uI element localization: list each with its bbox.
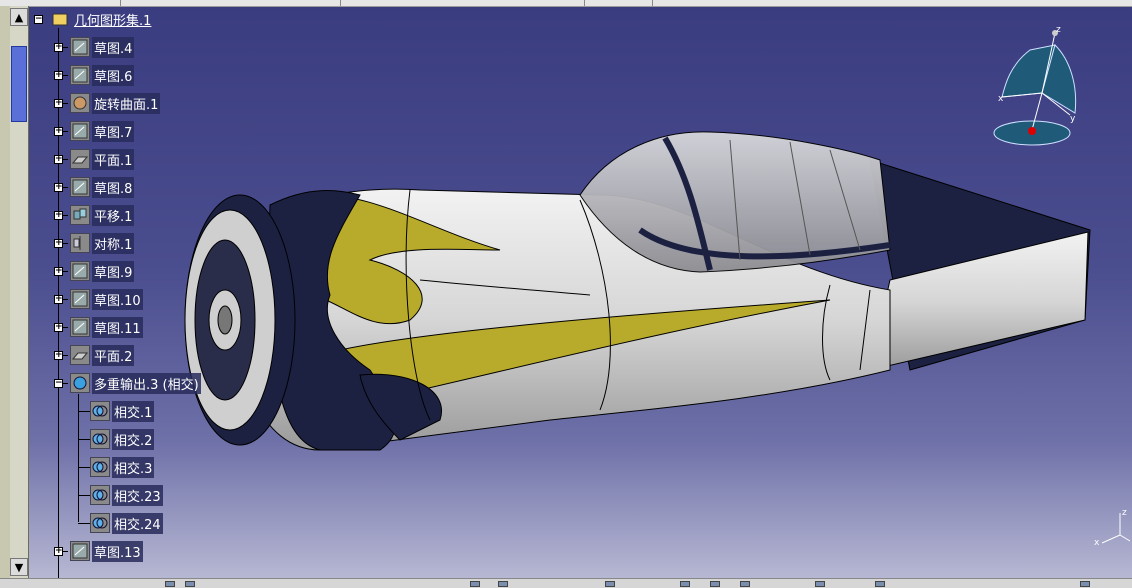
expand-toggle[interactable]: + — [54, 43, 63, 52]
tree-node-label: 草图.4 — [92, 36, 135, 58]
expand-toggle[interactable]: + — [54, 239, 63, 248]
expand-toggle[interactable]: + — [54, 127, 63, 136]
tree-node-label: 平面.1 — [92, 148, 135, 170]
intersect-icon — [90, 513, 110, 533]
expand-toggle[interactable]: + — [54, 267, 63, 276]
tree-node-label: 相交.2 — [112, 428, 155, 450]
expand-toggle[interactable]: + — [54, 547, 63, 556]
sketch-icon — [70, 541, 90, 561]
tree-node[interactable]: 草图.4 — [70, 36, 135, 58]
tree-node[interactable]: 草图.13 — [70, 540, 143, 562]
sketch-icon — [70, 65, 90, 85]
tree-node[interactable]: 草图.6 — [70, 64, 135, 86]
intersect-icon — [90, 457, 110, 477]
expand-toggle[interactable]: + — [54, 183, 63, 192]
scroll-down-button[interactable]: ▼ — [10, 558, 28, 576]
tree-node[interactable]: 草图.10 — [70, 288, 143, 310]
tree-node-label: 草图.13 — [92, 540, 143, 562]
tree-node-label: 草图.7 — [92, 120, 135, 142]
scroll-thumb[interactable] — [11, 46, 27, 122]
tree-node-label: 草图.8 — [92, 176, 135, 198]
tree-node[interactable]: 多重输出.3 (相交) — [70, 372, 201, 394]
tree-node-label: 草图.9 — [92, 260, 135, 282]
aircraft-fuselage-model[interactable] — [170, 120, 1100, 460]
tree-node-label: 草图.6 — [92, 64, 135, 86]
intersect-icon — [90, 401, 110, 421]
compass-z-label: z — [1056, 25, 1061, 35]
expand-toggle[interactable]: − — [34, 15, 43, 24]
sketch-icon — [70, 177, 90, 197]
tree-node[interactable]: 草图.8 — [70, 176, 135, 198]
compass-icon[interactable]: z x y — [990, 25, 1090, 155]
tree-node-label: 平面.2 — [92, 344, 135, 366]
tree-node-label: 多重输出.3 (相交) — [92, 372, 201, 394]
tree-node[interactable]: 草图.7 — [70, 120, 135, 142]
tree-scrollbar[interactable]: ▲ ▼ — [0, 6, 29, 578]
axis-z-label: z — [1122, 508, 1127, 518]
expand-toggle[interactable]: + — [54, 99, 63, 108]
tree-node[interactable]: 几何图形集.1 — [50, 8, 153, 30]
intersect-icon — [90, 485, 110, 505]
compass-y-label: y — [1070, 114, 1076, 124]
tree-node[interactable]: 平面.1 — [70, 148, 135, 170]
sketch-icon — [70, 289, 90, 309]
axis-x-label: x — [1094, 538, 1100, 548]
expand-toggle[interactable]: + — [54, 295, 63, 304]
tree-node[interactable]: 相交.3 — [90, 456, 155, 478]
expand-toggle[interactable]: + — [54, 211, 63, 220]
axis-triad-icon: z x — [1094, 508, 1131, 548]
bottom-toolbar-strip — [0, 578, 1132, 588]
plane-icon — [70, 149, 90, 169]
plane-icon — [70, 345, 90, 365]
expand-toggle[interactable]: + — [54, 155, 63, 164]
sketch-icon — [70, 261, 90, 281]
tree-node-label: 旋转曲面.1 — [92, 92, 161, 114]
compass-x-label: x — [998, 94, 1004, 104]
tree-node-label: 对称.1 — [92, 232, 135, 254]
tree-node[interactable]: 对称.1 — [70, 232, 135, 254]
tree-node-label: 相交.1 — [112, 400, 155, 422]
symmetry-icon — [70, 233, 90, 253]
tree-node[interactable]: 草图.9 — [70, 260, 135, 282]
tree-node[interactable]: 平移.1 — [70, 204, 135, 226]
tree-node[interactable]: 相交.2 — [90, 428, 155, 450]
geometric-set-icon — [50, 9, 70, 29]
tree-node[interactable]: 旋转曲面.1 — [70, 92, 161, 114]
expand-toggle[interactable]: + — [54, 71, 63, 80]
tree-node-label: 草图.11 — [92, 316, 143, 338]
expand-toggle[interactable]: + — [54, 323, 63, 332]
tree-node[interactable]: 平面.2 — [70, 344, 135, 366]
expand-toggle[interactable]: − — [54, 379, 63, 388]
tree-node-label: 相交.23 — [112, 484, 163, 506]
tree-node[interactable]: 相交.24 — [90, 512, 163, 534]
tree-node[interactable]: 相交.23 — [90, 484, 163, 506]
tree-node-label: 相交.24 — [112, 512, 163, 534]
tree-node[interactable]: 草图.11 — [70, 316, 143, 338]
sketch-icon — [70, 37, 90, 57]
sketch-icon — [70, 317, 90, 337]
translate-icon — [70, 205, 90, 225]
tree-node-label: 相交.3 — [112, 456, 155, 478]
tree-node-label: 草图.10 — [92, 288, 143, 310]
tree-node-label: 几何图形集.1 — [74, 13, 152, 29]
tree-node[interactable]: 相交.1 — [90, 400, 155, 422]
revolve-surface-icon — [70, 93, 90, 113]
tree-node-label: 平移.1 — [92, 204, 135, 226]
intersect-icon — [90, 429, 110, 449]
3d-viewport[interactable]: z x y z x ▲ ▼ 几何图形集.1 − 草图.4 + 草图.6 + 旋转曲面.1 + 草… — [0, 0, 1132, 588]
specification-tree: 几何图形集.1 − 草图.4 + 草图.6 + 旋转曲面.1 + 草图.7 + 平面.1 + 草图.8 +… — [30, 6, 270, 578]
expand-toggle[interactable]: + — [54, 351, 63, 360]
sketch-icon — [70, 121, 90, 141]
scroll-up-button[interactable]: ▲ — [10, 8, 28, 26]
multi-output-icon — [70, 373, 90, 393]
